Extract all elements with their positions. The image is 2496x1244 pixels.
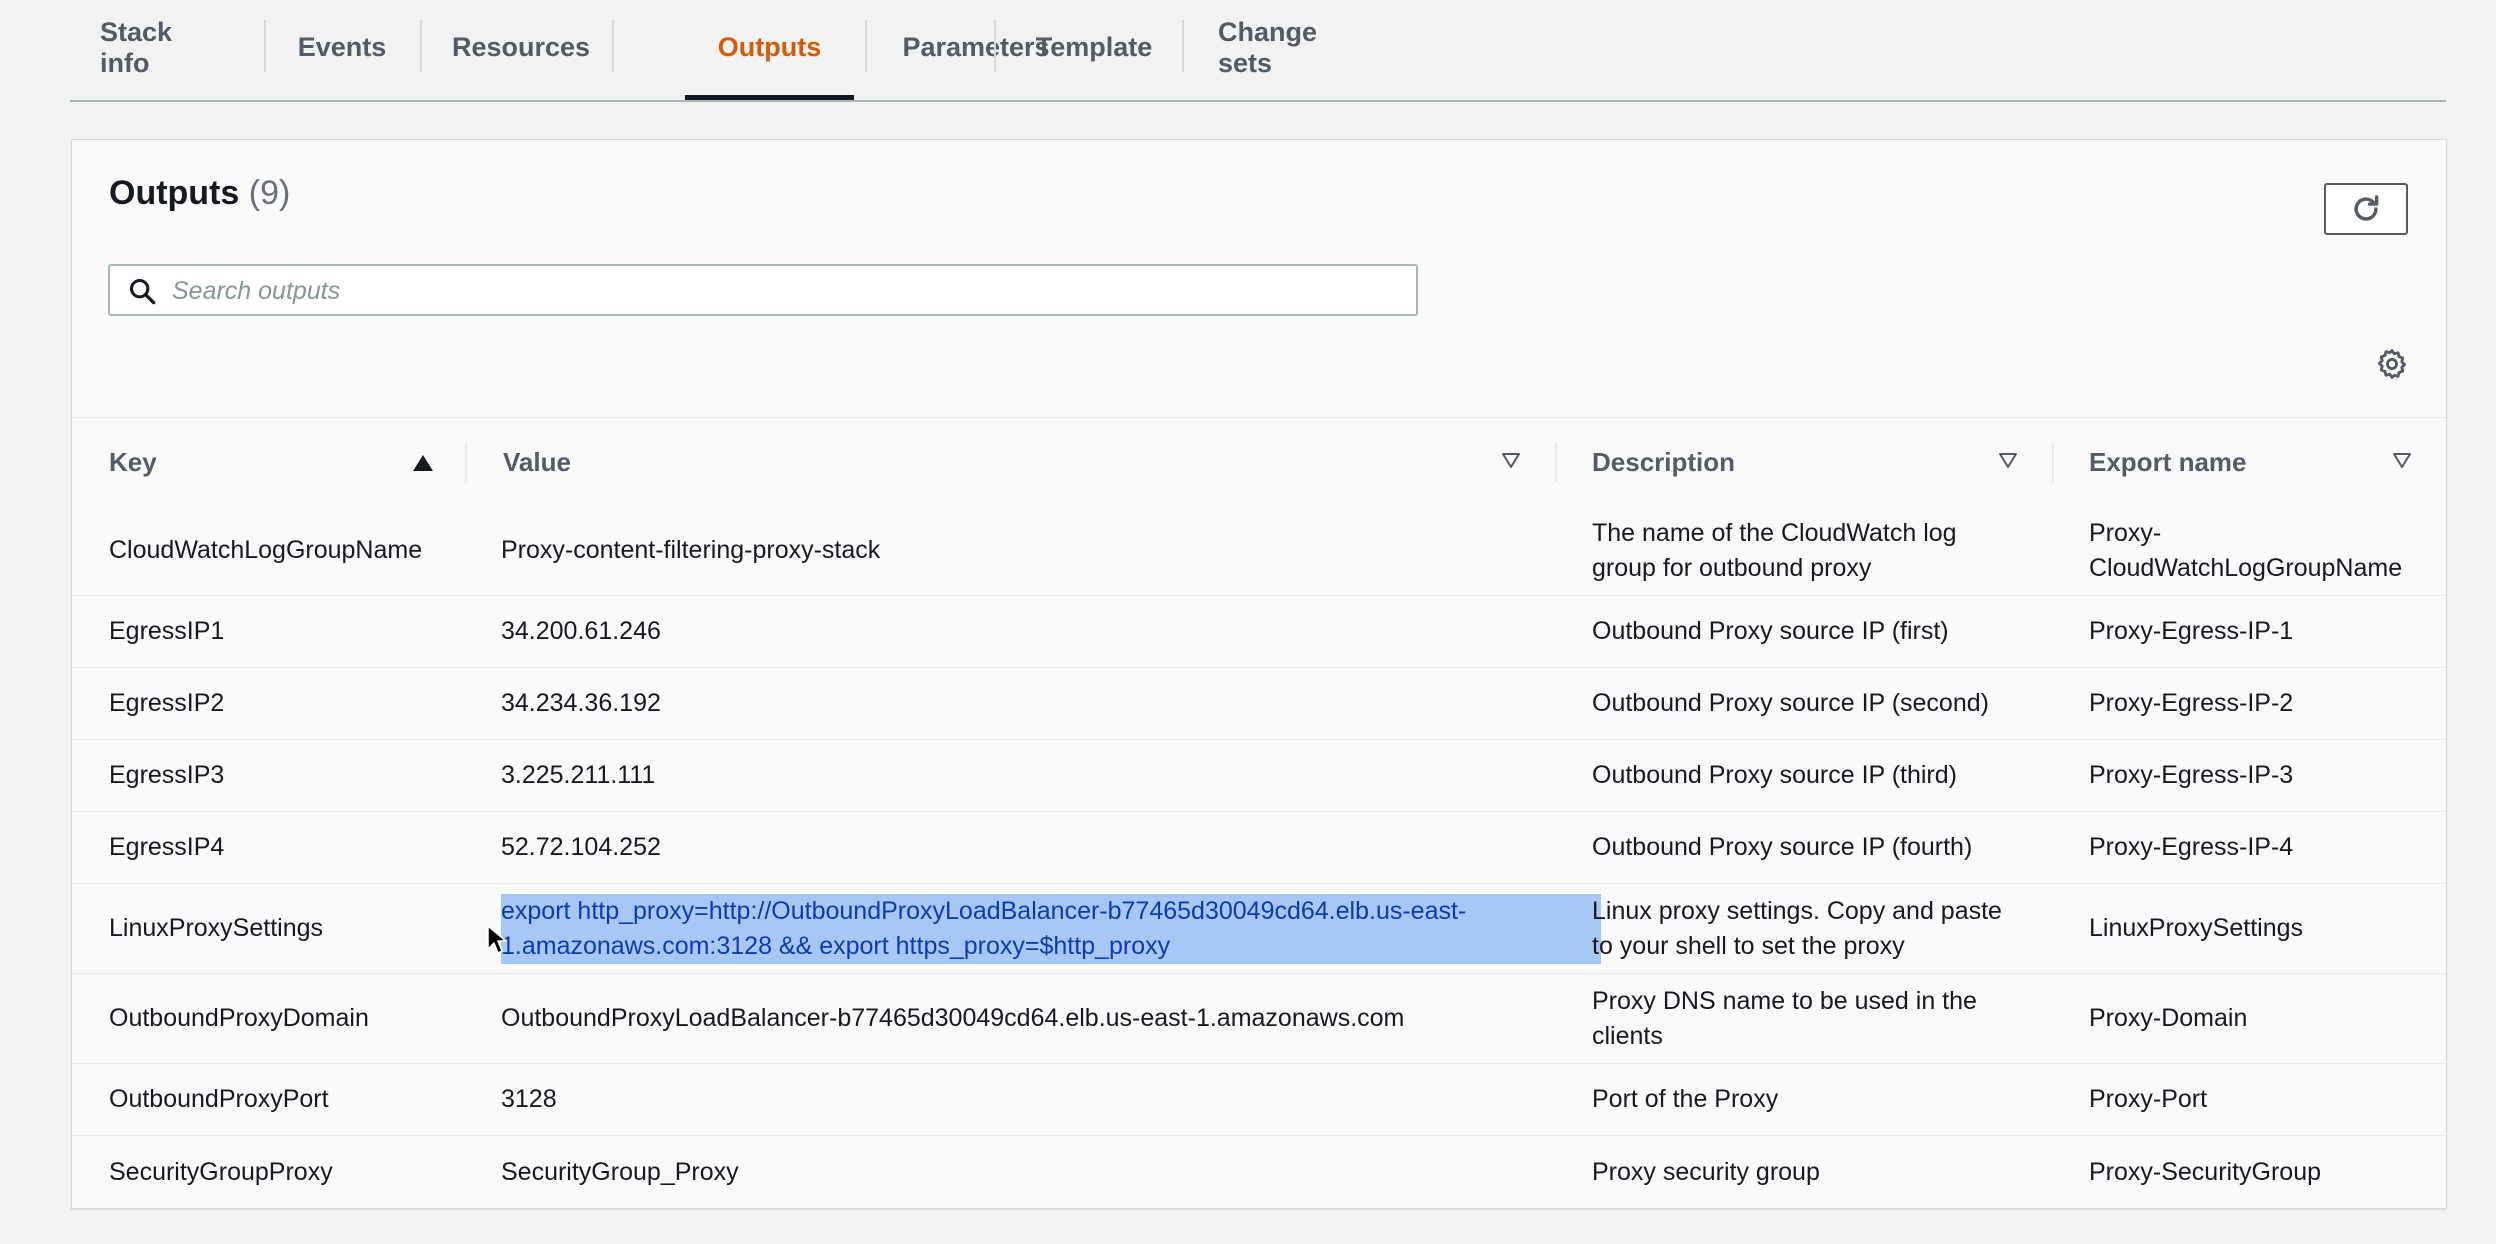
mouse-cursor-icon <box>487 925 507 954</box>
panel-title-text: Outputs <box>109 174 240 212</box>
active-tab-indicator <box>685 95 854 100</box>
tab-events[interactable]: Events <box>298 0 387 95</box>
table-row: SecurityGroupProxy SecurityGroup_Proxy P… <box>72 1136 2446 1208</box>
output-value[interactable]: 3128 <box>501 1064 557 1135</box>
selected-text[interactable]: export http_proxy=http://OutboundProxyLo… <box>501 893 1601 964</box>
output-export-name: Proxy-Egress-IP-4 <box>2089 833 2294 861</box>
table-row: EgressIP3 3.225.211.111 Outbound Proxy s… <box>72 740 2446 812</box>
sort-ascending-icon[interactable] <box>412 454 434 472</box>
tab-change-sets[interactable]: Change sets <box>1218 0 1366 95</box>
output-description: Outbound Proxy source IP (second) <box>1592 689 1989 717</box>
output-export-name: Proxy-Port <box>2089 1085 2208 1113</box>
table-header: Key Value Description Export name <box>72 417 2446 507</box>
column-divider <box>465 442 467 482</box>
column-header-value[interactable]: Value <box>503 418 571 506</box>
search-box <box>108 264 1418 316</box>
tab-divider <box>420 20 422 72</box>
output-value[interactable]: 52.72.104.252 <box>501 812 661 883</box>
output-value[interactable]: OutboundProxyLoadBalancer-b77465d30049cd… <box>501 974 1551 1063</box>
output-description: Port of the Proxy <box>1592 1085 1779 1113</box>
output-key[interactable]: LinuxProxySettings <box>109 884 323 973</box>
tab-divider <box>1182 20 1184 72</box>
table-row: CloudWatchLogGroupName Proxy-content-fil… <box>72 506 2446 596</box>
output-key[interactable]: CloudWatchLogGroupName <box>109 506 459 595</box>
outputs-count: (9) <box>248 174 291 212</box>
output-description: Outbound Proxy source IP (third) <box>1592 761 1957 789</box>
sort-descending-icon[interactable] <box>1501 451 1521 469</box>
output-key[interactable]: EgressIP3 <box>109 740 224 811</box>
tab-outputs[interactable]: Outputs <box>685 0 854 95</box>
output-export-name: Proxy-CloudWatchLogGroupName <box>2089 518 2403 582</box>
table-row: OutboundProxyPort 3128 Port of the Proxy… <box>72 1064 2446 1136</box>
tab-stack-info[interactable]: Stack info <box>100 0 218 95</box>
tab-template[interactable]: Template <box>1030 0 1158 95</box>
table-row: EgressIP2 34.234.36.192 Outbound Proxy s… <box>72 668 2446 740</box>
output-export-name: LinuxProxySettings <box>2089 914 2304 942</box>
column-header-description[interactable]: Description <box>1592 418 1735 506</box>
tab-divider <box>612 20 614 72</box>
tab-resources[interactable]: Resources <box>452 0 590 95</box>
output-description: The name of the CloudWatch log group for… <box>1592 518 1957 582</box>
output-export-name: Proxy-Egress-IP-2 <box>2089 689 2294 717</box>
output-export-name: Proxy-Domain <box>2089 1004 2248 1032</box>
tab-divider <box>264 20 266 72</box>
output-value[interactable]: 34.200.61.246 <box>501 596 661 667</box>
refresh-button[interactable] <box>2324 183 2408 235</box>
output-key[interactable]: EgressIP1 <box>109 596 224 667</box>
output-export-name: Proxy-Egress-IP-1 <box>2089 617 2294 645</box>
output-description: Linux proxy settings. Copy and paste to … <box>1592 896 2002 960</box>
output-export-name: Proxy-Egress-IP-3 <box>2089 761 2294 789</box>
stack-tabs: Stack info Events Resources Outputs Para… <box>70 0 2446 102</box>
table-row: OutboundProxyDomain OutboundProxyLoadBal… <box>72 974 2446 1064</box>
refresh-icon <box>2354 195 2379 221</box>
output-value[interactable]: SecurityGroup_Proxy <box>501 1136 739 1208</box>
output-key[interactable]: EgressIP2 <box>109 668 224 739</box>
panel-title: Outputs (9) <box>109 174 290 213</box>
output-key[interactable]: OutboundProxyDomain <box>109 974 369 1063</box>
tab-divider <box>865 20 867 72</box>
output-description: Outbound Proxy source IP (fourth) <box>1592 833 1973 861</box>
output-key[interactable]: OutboundProxyPort <box>109 1064 329 1135</box>
column-divider <box>2052 442 2054 482</box>
output-value[interactable]: export http_proxy=http://OutboundProxyLo… <box>501 884 1601 973</box>
search-input[interactable] <box>170 270 1404 312</box>
output-description: Outbound Proxy source IP (first) <box>1592 617 1949 645</box>
search-icon <box>129 278 156 305</box>
tab-parameters[interactable]: Parameters <box>902 0 1049 95</box>
output-description: Proxy DNS name to be used in the clients <box>1592 986 1977 1050</box>
table-row: EgressIP4 52.72.104.252 Outbound Proxy s… <box>72 812 2446 884</box>
sort-descending-icon[interactable] <box>2392 451 2412 469</box>
output-key[interactable]: EgressIP4 <box>109 812 224 883</box>
outputs-panel: Outputs (9) Key Value Description <box>71 139 2447 1209</box>
column-divider <box>1555 442 1557 482</box>
tab-divider <box>994 20 996 72</box>
output-description: Proxy security group <box>1592 1157 1820 1186</box>
output-export-name: Proxy-SecurityGroup <box>2089 1157 2322 1186</box>
output-value[interactable]: Proxy-content-filtering-proxy-stack <box>501 506 1541 595</box>
output-key[interactable]: SecurityGroupProxy <box>109 1136 333 1208</box>
column-header-key[interactable]: Key <box>109 418 157 506</box>
table-row: EgressIP1 34.200.61.246 Outbound Proxy s… <box>72 596 2446 668</box>
table-row: LinuxProxySettings export http_proxy=htt… <box>72 884 2446 974</box>
output-value[interactable]: 34.234.36.192 <box>501 668 661 739</box>
gear-icon[interactable] <box>2375 347 2409 381</box>
column-header-export-name[interactable]: Export name <box>2089 418 2247 506</box>
output-value[interactable]: 3.225.211.111 <box>501 740 655 811</box>
sort-descending-icon[interactable] <box>1998 451 2018 469</box>
